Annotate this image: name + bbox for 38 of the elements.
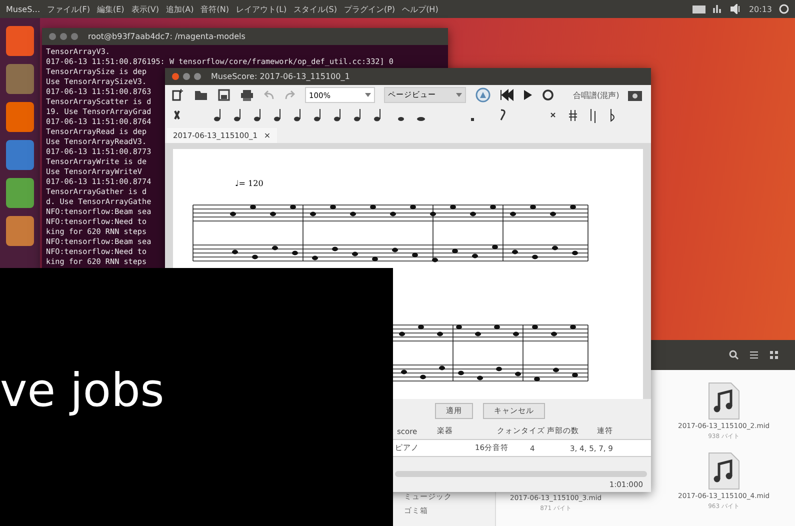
menu-item[interactable]: スタイル(S) xyxy=(294,4,337,14)
menu-item[interactable]: 編集(E) xyxy=(96,4,124,14)
menu-item[interactable]: プラグイン(P) xyxy=(344,4,396,14)
printer-icon[interactable] xyxy=(240,88,254,102)
metronome-icon[interactable] xyxy=(475,87,491,103)
music-file-icon[interactable] xyxy=(708,452,740,490)
window-title: root@b93f7aab4dc7: /magenta-models xyxy=(88,32,246,41)
menu-item[interactable]: ヘルプ(H) xyxy=(402,4,438,14)
instrument-set-label[interactable]: 合唱譜(混声) xyxy=(573,90,620,100)
menu-item[interactable]: ファイル(F) xyxy=(47,4,90,14)
play-icon[interactable] xyxy=(523,89,533,101)
search-icon[interactable] xyxy=(729,350,739,360)
new-file-icon[interactable] xyxy=(171,88,185,102)
save-icon[interactable] xyxy=(217,88,231,102)
menu-item[interactable]: 表示(V) xyxy=(131,4,159,14)
power-icon[interactable] xyxy=(779,4,789,14)
close-tab-button[interactable]: × xyxy=(264,131,271,140)
scrollbar[interactable] xyxy=(395,471,647,477)
menu-item[interactable]: 音符(N) xyxy=(200,4,229,14)
rewind-icon[interactable] xyxy=(500,89,514,101)
list-view-icon[interactable] xyxy=(749,350,759,360)
menu-item[interactable]: レイアウト(L) xyxy=(236,4,287,14)
keyboard-icon[interactable] xyxy=(692,4,706,14)
network-icon[interactable] xyxy=(712,4,723,14)
caption-text: ve jobs xyxy=(0,363,164,417)
app-name: MuseS… xyxy=(6,4,40,14)
tempo-marking: ♩= 120 xyxy=(235,179,264,188)
caret-icon[interactable] xyxy=(456,93,462,97)
grid-view-icon[interactable] xyxy=(769,350,779,360)
window-title: MuseScore: 2017-06-13_115100_1 xyxy=(211,72,350,81)
caret-icon[interactable] xyxy=(365,93,371,97)
clock[interactable]: 20:13 xyxy=(748,4,772,14)
camera-icon[interactable] xyxy=(628,89,642,101)
menu-item[interactable]: 追加(A) xyxy=(166,4,194,14)
loop-icon[interactable] xyxy=(542,89,554,101)
volume-icon[interactable] xyxy=(730,4,742,14)
music-file-icon[interactable] xyxy=(708,382,740,420)
folder-icon[interactable] xyxy=(194,88,208,102)
